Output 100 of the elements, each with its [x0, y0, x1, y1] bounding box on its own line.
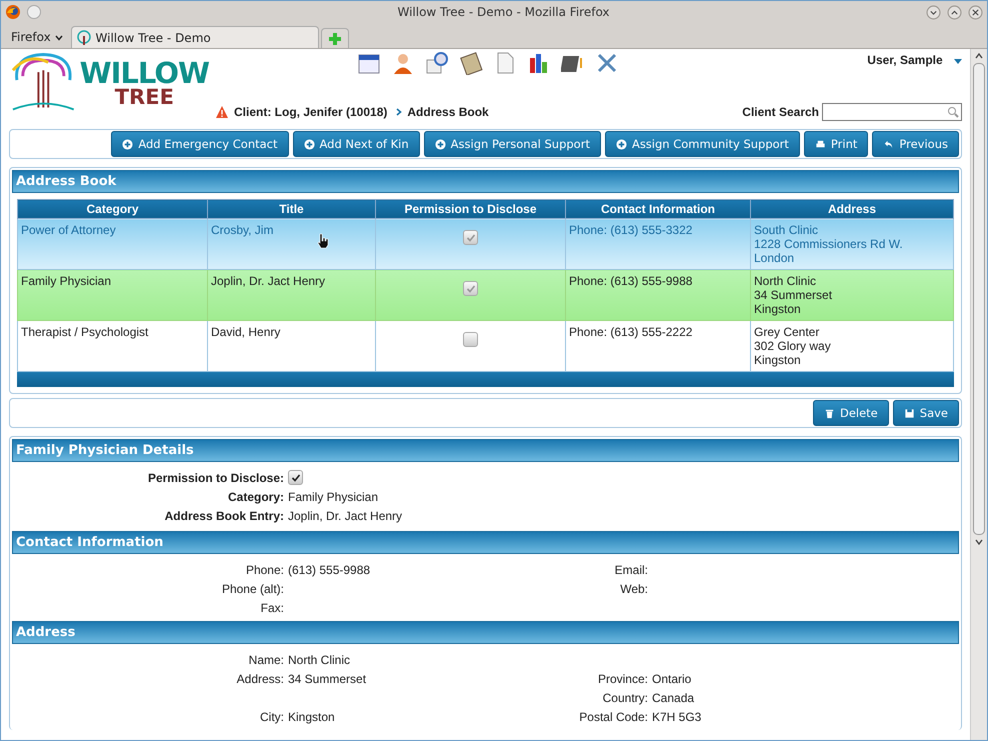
client-name: Client: Log, Jenifer (10018): [234, 105, 388, 119]
section-header: Address: [12, 621, 959, 644]
table-cell: Phone: (613) 555-9988: [569, 274, 692, 288]
checkbox[interactable]: [463, 281, 478, 296]
field-label: Address Book Entry:: [164, 508, 284, 522]
field-label: Category:: [226, 490, 284, 504]
field-label: Permission to Disclose:: [146, 470, 284, 484]
action-button[interactable]: Delete: [812, 400, 889, 426]
table-row[interactable]: Family Physician Joplin, Dr. Jact Henry Phone: (613) 555-9988 North Clinic 34 Summerset Kingston: [18, 270, 954, 320]
address-line: Kingston: [754, 302, 802, 316]
field-value: K7H 5G3: [652, 710, 702, 724]
person-icon[interactable]: [391, 51, 415, 75]
search-label: Client Search: [742, 105, 819, 119]
plus-circle-icon: [304, 138, 315, 150]
maximize-button[interactable]: [947, 4, 962, 20]
plus-circle-icon: [122, 138, 134, 150]
field-label: Name:: [248, 652, 284, 666]
browser-tab[interactable]: Willow Tree - Demo: [70, 26, 319, 48]
checkmark-icon: [290, 472, 302, 484]
field-label: Postal Code:: [578, 710, 648, 724]
chevron-right-icon: [396, 108, 402, 116]
field-label: Address:: [236, 672, 284, 686]
field-value: North Clinic: [288, 652, 350, 666]
hand-cursor-icon: [316, 233, 330, 249]
table-row[interactable]: Power of Attorney Crosby, Jim Phone: (613) 555-3322 South Clinic 1228 Commissioners Rd W. London: [18, 218, 954, 270]
scrollbar[interactable]: [970, 49, 987, 740]
table-cell: Crosby, Jim: [211, 223, 274, 237]
dropdown-triangle-icon: [954, 59, 962, 64]
panel-header: Address Book: [12, 170, 959, 193]
caret-icon: [54, 35, 63, 41]
column-header: Title: [208, 200, 376, 218]
search-icon[interactable]: [947, 106, 959, 118]
firefox-icon: [5, 4, 21, 20]
field-label: Phone:: [244, 562, 284, 576]
field-value: (613) 555-9988: [288, 562, 370, 576]
firefox-menu[interactable]: Firefox: [5, 26, 69, 48]
table-cell: Therapist / Psychologist: [21, 325, 148, 339]
address-line: 1228 Commissioners Rd W.: [754, 237, 904, 251]
user-menu[interactable]: User, Sample: [867, 53, 962, 67]
warning-icon: [215, 105, 229, 119]
back-arrow-icon: [883, 138, 894, 150]
plus-circle-icon: [434, 138, 446, 150]
table-cell: Family Physician: [21, 274, 112, 288]
table-cell: Power of Attorney: [21, 223, 116, 237]
plus-icon: [328, 32, 342, 46]
field-value: 34 Summerset: [288, 672, 366, 686]
table-cell: Phone: (613) 555-2222: [569, 325, 692, 339]
checkbox[interactable]: [463, 230, 478, 245]
window-title: Willow Tree - Demo - Mozilla Firefox: [397, 5, 610, 19]
tree-favicon-icon: [76, 30, 92, 46]
field-label: City:: [259, 710, 284, 724]
address-line: Kingston: [754, 353, 802, 367]
plus-circle-icon: [616, 138, 627, 150]
checkbox[interactable]: [463, 332, 478, 347]
field-label: Email:: [614, 562, 648, 576]
scroll-up-icon[interactable]: [974, 52, 984, 60]
table-cell: David, Henry: [211, 325, 280, 339]
checkmark-icon: [464, 282, 476, 294]
breadcrumb-page: Address Book: [407, 105, 489, 119]
printer-icon: [814, 138, 826, 150]
action-button[interactable]: Previous: [872, 131, 959, 157]
close-button[interactable]: [968, 4, 983, 20]
logo-subtitle: TREE: [114, 87, 174, 107]
field-value: Joplin, Dr. Jact Henry: [288, 508, 402, 522]
action-button[interactable]: Add Emergency Contact: [111, 131, 289, 157]
field-value: Ontario: [652, 672, 692, 686]
column-header: Address: [750, 200, 954, 218]
scroll-down-icon[interactable]: [974, 538, 984, 546]
field-label: Country:: [602, 690, 648, 704]
address-line: London: [754, 251, 796, 265]
checkbox[interactable]: [288, 470, 303, 485]
panel-header: Family Physician Details: [12, 439, 959, 462]
field-value: Family Physician: [288, 490, 378, 504]
action-button[interactable]: Print: [804, 131, 868, 157]
field-label: Fax:: [260, 600, 284, 614]
section-header: Contact Information: [12, 531, 959, 554]
client-search-field[interactable]: [822, 103, 962, 121]
logo-text: WILLOW: [80, 59, 209, 87]
column-header: Category: [18, 200, 208, 218]
action-button[interactable]: Assign Community Support: [604, 131, 800, 157]
action-button[interactable]: Add Next of Kin: [292, 131, 420, 157]
address-line: 34 Summerset: [754, 288, 834, 302]
field-value: Kingston: [288, 710, 335, 724]
action-button[interactable]: Save: [892, 400, 959, 426]
trash-icon: [824, 408, 835, 418]
field-label: Phone (alt):: [220, 582, 284, 596]
address-line: South Clinic: [754, 223, 820, 237]
action-button[interactable]: Assign Personal Support: [424, 131, 601, 157]
checkmark-icon: [464, 232, 476, 244]
address-line: Grey Center: [754, 325, 820, 339]
field-label: Web:: [619, 582, 648, 596]
minimize-button[interactable]: [926, 4, 941, 20]
address-line: North Clinic: [754, 274, 818, 288]
field-label: Province:: [596, 672, 648, 686]
field-value: Canada: [652, 690, 694, 704]
column-header: Permission to Disclose: [376, 200, 566, 218]
address-line: 302 Glory way: [754, 339, 832, 353]
table-cell: Phone: (613) 555-3322: [569, 223, 692, 237]
table-cell: Joplin, Dr. Jact Henry: [211, 274, 326, 288]
column-header: Contact Information: [566, 200, 750, 218]
